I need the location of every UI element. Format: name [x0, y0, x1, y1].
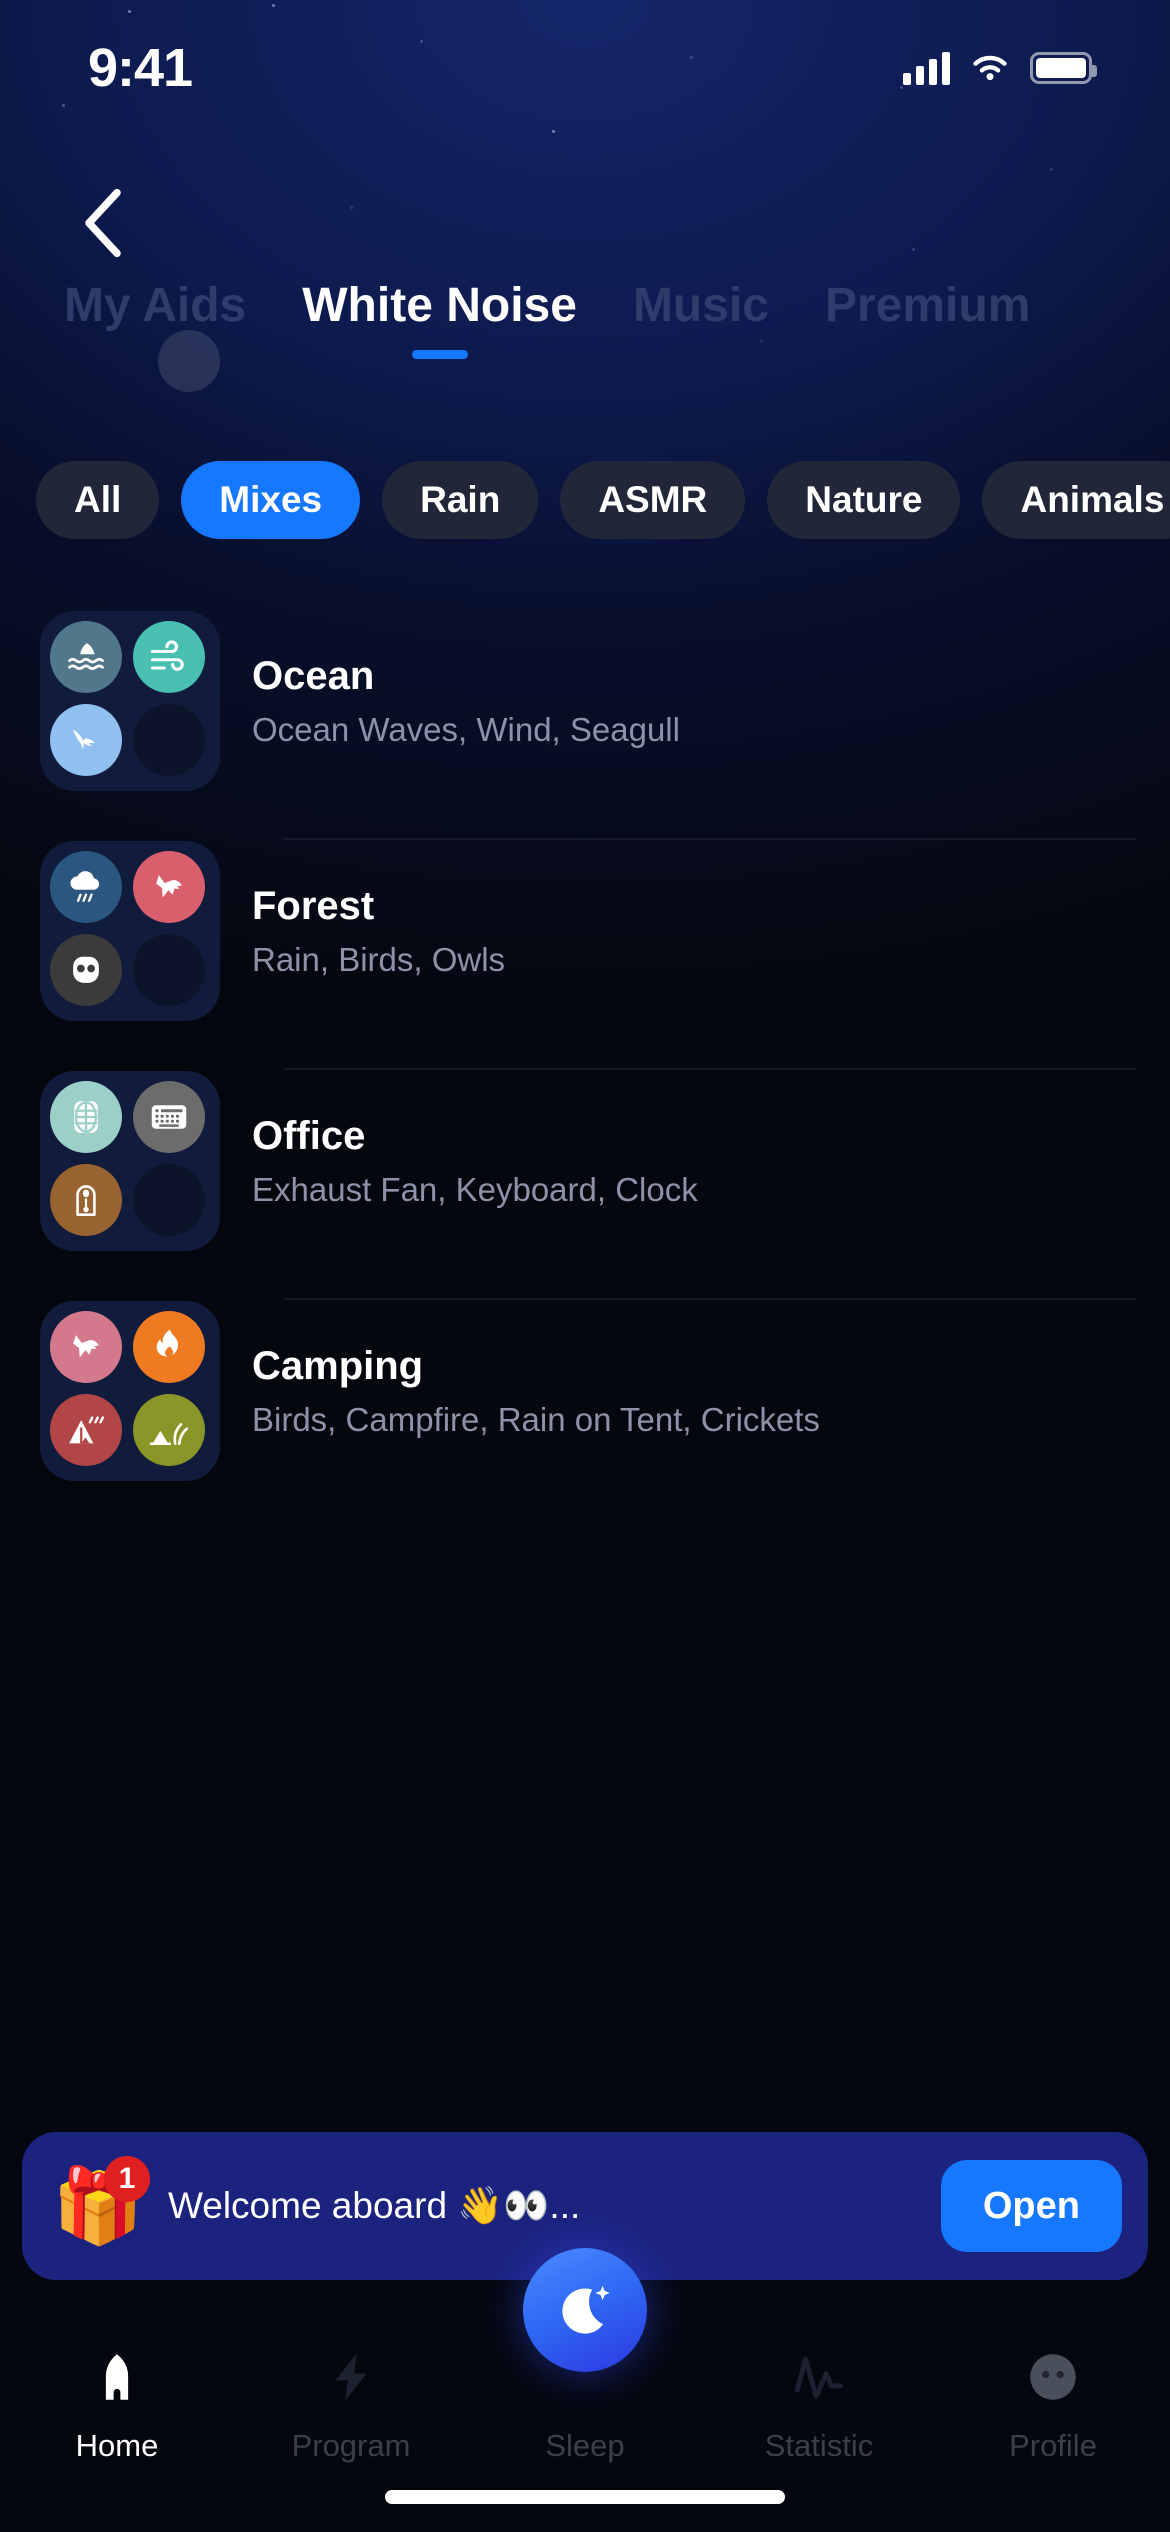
tab-my-aids-label: My Aids [64, 280, 247, 332]
home-icon [88, 2342, 146, 2412]
chip-nature[interactable]: Nature [767, 461, 961, 539]
mix-title: Forest [252, 883, 375, 928]
mix-text: Office Exhaust Fan, Keyboard, Clock [252, 1046, 1170, 1300]
list-item[interactable]: Forest Rain, Birds, Owls [0, 816, 1170, 1070]
chip-mixes-label: Mixes [219, 479, 323, 520]
tab-premium-label: Premium [824, 280, 1031, 332]
battery-icon [1030, 52, 1097, 84]
promo-message: Welcome aboard 👋👀... [168, 2184, 581, 2226]
back-button[interactable] [60, 180, 146, 266]
pulse-wave-icon [790, 2342, 848, 2412]
chip-animals-label: Animals [1020, 479, 1165, 520]
nav-label-home: Home [75, 2428, 159, 2463]
list-item[interactable]: Ocean Ocean Waves, Wind, Seagull [0, 586, 1170, 840]
list-item[interactable]: Camping Birds, Campfire, Rain on Tent, C… [0, 1276, 1170, 1506]
owl-icon [50, 934, 122, 1006]
nav-label-sleep: Sleep [545, 2428, 625, 2463]
tab-white-noise-label: White Noise [302, 280, 577, 332]
pendulum-clock-icon [50, 1164, 122, 1236]
chip-animals[interactable]: Animals [982, 461, 1170, 539]
nav-item-program[interactable]: Program [256, 2342, 446, 2464]
wind-icon [133, 621, 205, 693]
nav-label-profile: Profile [1009, 2428, 1097, 2463]
shark-fin-waves-icon [50, 621, 122, 693]
cellular-signal-icon [903, 51, 950, 85]
tab-premium[interactable]: Premium [797, 280, 1058, 333]
tab-my-aids[interactable]: My Aids [36, 280, 274, 333]
mix-text: Camping Birds, Campfire, Rain on Tent, C… [252, 1276, 1170, 1506]
rain-cloud-icon [50, 851, 122, 923]
keyboard-icon [133, 1081, 205, 1153]
exhaust-fan-icon [50, 1081, 122, 1153]
wifi-icon [973, 55, 1007, 81]
mix-icon-tile [40, 1301, 220, 1481]
mix-title: Camping [252, 1343, 424, 1388]
open-button[interactable]: Open [940, 2160, 1122, 2252]
top-tab-bar[interactable]: My Aids White Noise Music Premium [0, 280, 1170, 390]
chip-mixes[interactable]: Mixes [181, 461, 361, 539]
home-indicator [385, 2490, 785, 2504]
tab-music[interactable]: Music [605, 280, 797, 333]
mix-text: Forest Rain, Birds, Owls [252, 816, 1170, 1070]
app-root: 9:41 My Aids White Noise Music Premium A… [0, 0, 1170, 2532]
nav-label-statistic: Statistic [764, 2428, 874, 2463]
gift-icon: 🎁 1 [52, 2156, 150, 2252]
status-indicators [903, 51, 1097, 85]
chip-all-label: All [74, 479, 122, 520]
status-time: 9:41 [88, 38, 193, 98]
empty-slot [133, 1164, 205, 1236]
crickets-grass-icon [133, 1394, 205, 1466]
mix-subtitle: Ocean Waves, Wind, Seagull [252, 710, 680, 748]
mix-text: Ocean Ocean Waves, Wind, Seagull [252, 586, 1170, 840]
bird-icon [133, 851, 205, 923]
face-icon [1024, 2342, 1082, 2412]
mix-subtitle: Rain, Birds, Owls [252, 940, 506, 978]
list-item[interactable]: Office Exhaust Fan, Keyboard, Clock [0, 1046, 1170, 1300]
chip-all[interactable]: All [36, 461, 160, 539]
mix-icon-tile [40, 841, 220, 1021]
mix-subtitle: Exhaust Fan, Keyboard, Clock [252, 1170, 698, 1208]
campfire-icon [133, 1311, 205, 1383]
chip-nature-label: Nature [805, 479, 923, 520]
active-tab-indicator [411, 349, 468, 359]
mix-icon-tile [40, 1071, 220, 1251]
chip-asmr[interactable]: ASMR [560, 461, 746, 539]
nav-item-profile[interactable]: Profile [958, 2342, 1148, 2464]
status-bar: 9:41 [0, 0, 1170, 110]
tab-music-label: Music [632, 280, 769, 332]
tab-white-noise[interactable]: White Noise [274, 280, 605, 359]
mix-title: Office [252, 1113, 366, 1158]
seagull-icon [50, 704, 122, 776]
mix-title: Ocean [252, 653, 375, 698]
tent-rain-icon [50, 1394, 122, 1466]
sleep-fab-button[interactable] [523, 2248, 647, 2372]
chip-rain-label: Rain [420, 479, 501, 520]
badge-count: 1 [104, 2156, 150, 2202]
mix-subtitle: Birds, Campfire, Rain on Tent, Crickets [252, 1400, 820, 1438]
empty-slot [133, 704, 205, 776]
mix-icon-tile [40, 611, 220, 791]
filter-chip-row[interactable]: All Mixes Rain ASMR Nature Animals [0, 452, 1170, 548]
lightning-bolt-icon [322, 2342, 380, 2412]
nav-item-statistic[interactable]: Statistic [724, 2342, 914, 2464]
chip-asmr-label: ASMR [598, 479, 708, 520]
nav-label-program: Program [291, 2428, 411, 2463]
empty-slot [133, 934, 205, 1006]
nav-item-home[interactable]: Home [22, 2342, 212, 2464]
moon-sparkle-icon [562, 2285, 610, 2334]
chip-rain[interactable]: Rain [382, 461, 539, 539]
bird-icon [50, 1311, 122, 1383]
chevron-left-icon [85, 188, 121, 258]
